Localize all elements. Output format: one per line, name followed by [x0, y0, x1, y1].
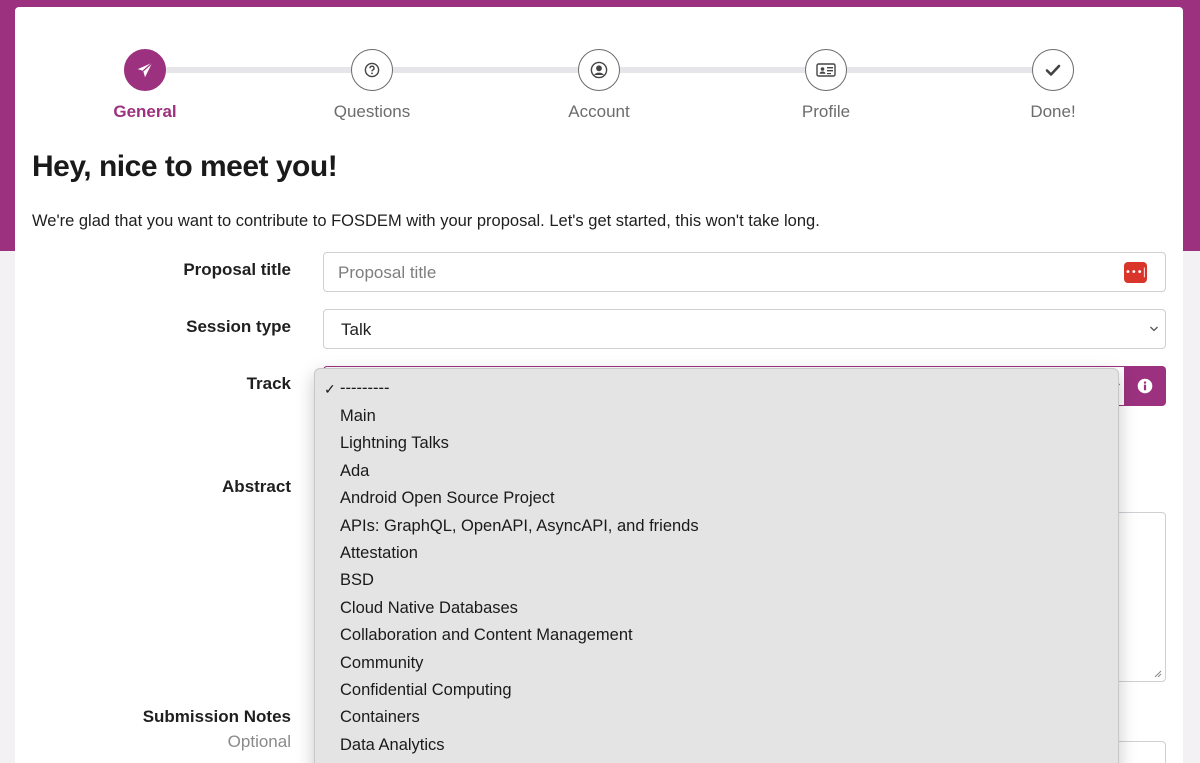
- track-info-button[interactable]: [1124, 366, 1166, 406]
- step-label-done: Done!: [1030, 102, 1076, 121]
- dropdown-option[interactable]: Ada: [340, 462, 369, 481]
- dropdown-option[interactable]: Confidential Computing: [340, 681, 512, 700]
- step-done[interactable]: Done!: [973, 49, 1133, 122]
- password-manager-icon[interactable]: •••|: [1124, 262, 1147, 283]
- submission-notes-label: Submission Notes: [142, 707, 291, 726]
- checkmark-icon: [1032, 49, 1074, 91]
- step-questions[interactable]: Questions: [292, 49, 452, 122]
- checkmark-icon: ✓: [324, 381, 336, 397]
- dropdown-option[interactable]: Attestation: [340, 544, 418, 563]
- proposal-title-placeholder: Proposal title: [338, 263, 437, 282]
- step-general[interactable]: General: [65, 49, 225, 122]
- chevron-down-icon: [1150, 326, 1158, 332]
- session-type-label: Session type: [186, 317, 291, 336]
- session-type-select[interactable]: Talk: [323, 309, 1166, 349]
- resize-grip-icon[interactable]: [1152, 668, 1162, 678]
- paper-plane-icon: [124, 49, 166, 91]
- step-label-questions: Questions: [333, 102, 411, 121]
- submission-notes-optional: Optional: [227, 732, 291, 751]
- dropdown-option[interactable]: Community: [340, 654, 423, 673]
- dropdown-option[interactable]: Data Analytics: [340, 736, 445, 755]
- track-label: Track: [246, 374, 291, 393]
- dropdown-option[interactable]: Lightning Talks: [340, 434, 449, 453]
- step-account[interactable]: Account: [519, 49, 679, 122]
- track-dropdown-list[interactable]: ✓ --------- Main Lightning Talks Ada And…: [314, 368, 1119, 763]
- question-circle-icon: [351, 49, 393, 91]
- step-label-profile: Profile: [801, 102, 851, 121]
- dropdown-option[interactable]: Main: [340, 407, 376, 426]
- abstract-label: Abstract: [222, 477, 291, 496]
- dropdown-option[interactable]: APIs: GraphQL, OpenAPI, AsyncAPI, and fr…: [340, 517, 699, 536]
- session-type-value: Talk: [341, 320, 372, 339]
- dropdown-option[interactable]: Android Open Source Project: [340, 489, 555, 508]
- step-label-account: Account: [568, 102, 630, 121]
- dropdown-option[interactable]: Collaboration and Content Management: [340, 626, 633, 645]
- info-icon: [1137, 378, 1153, 394]
- intro-text: We're glad that you want to contribute t…: [32, 212, 820, 230]
- dropdown-option[interactable]: Cloud Native Databases: [340, 599, 518, 618]
- proposal-title-label: Proposal title: [183, 260, 291, 279]
- dropdown-option[interactable]: BSD: [340, 571, 374, 590]
- dropdown-option[interactable]: Containers: [340, 708, 420, 727]
- step-label-general: General: [113, 102, 177, 121]
- step-profile[interactable]: Profile: [746, 49, 906, 122]
- proposal-title-input[interactable]: Proposal title •••|: [323, 252, 1166, 292]
- page-title: Hey, nice to meet you!: [32, 150, 338, 183]
- dropdown-option[interactable]: ---------: [340, 379, 389, 398]
- user-circle-icon: [578, 49, 620, 91]
- id-card-icon: [805, 49, 847, 91]
